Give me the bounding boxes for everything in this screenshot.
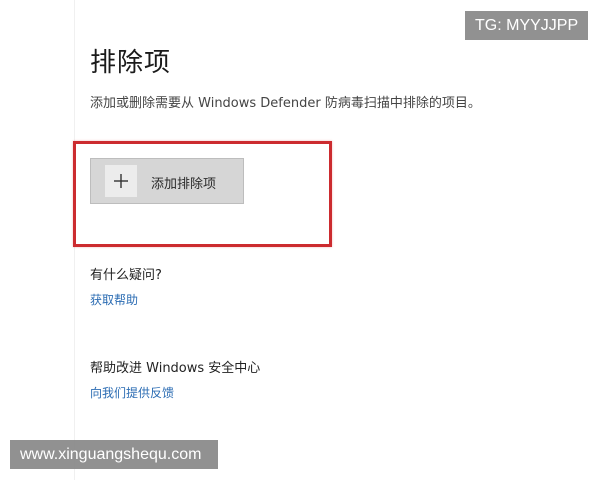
get-help-link[interactable]: 获取帮助	[90, 291, 138, 308]
add-exclusion-button[interactable]: 添加排除项	[90, 158, 244, 204]
watermark-top-right: TG: MYYJJPP	[465, 11, 588, 40]
feedback-heading: 帮助改进 Windows 安全中心	[90, 361, 261, 376]
add-exclusion-label: 添加排除项	[151, 177, 217, 192]
page-description: 添加或删除需要从 Windows Defender 防病毒扫描中排除的项目。	[90, 96, 481, 111]
plus-icon	[105, 165, 137, 197]
help-heading: 有什么疑问?	[90, 268, 162, 283]
watermark-bottom-left: www.xinguangshequ.com	[10, 440, 218, 469]
page-title: 排除项	[90, 48, 172, 78]
exclusions-page: 排除项 添加或删除需要从 Windows Defender 防病毒扫描中排除的项…	[0, 0, 600, 480]
give-feedback-link[interactable]: 向我们提供反馈	[90, 384, 174, 401]
